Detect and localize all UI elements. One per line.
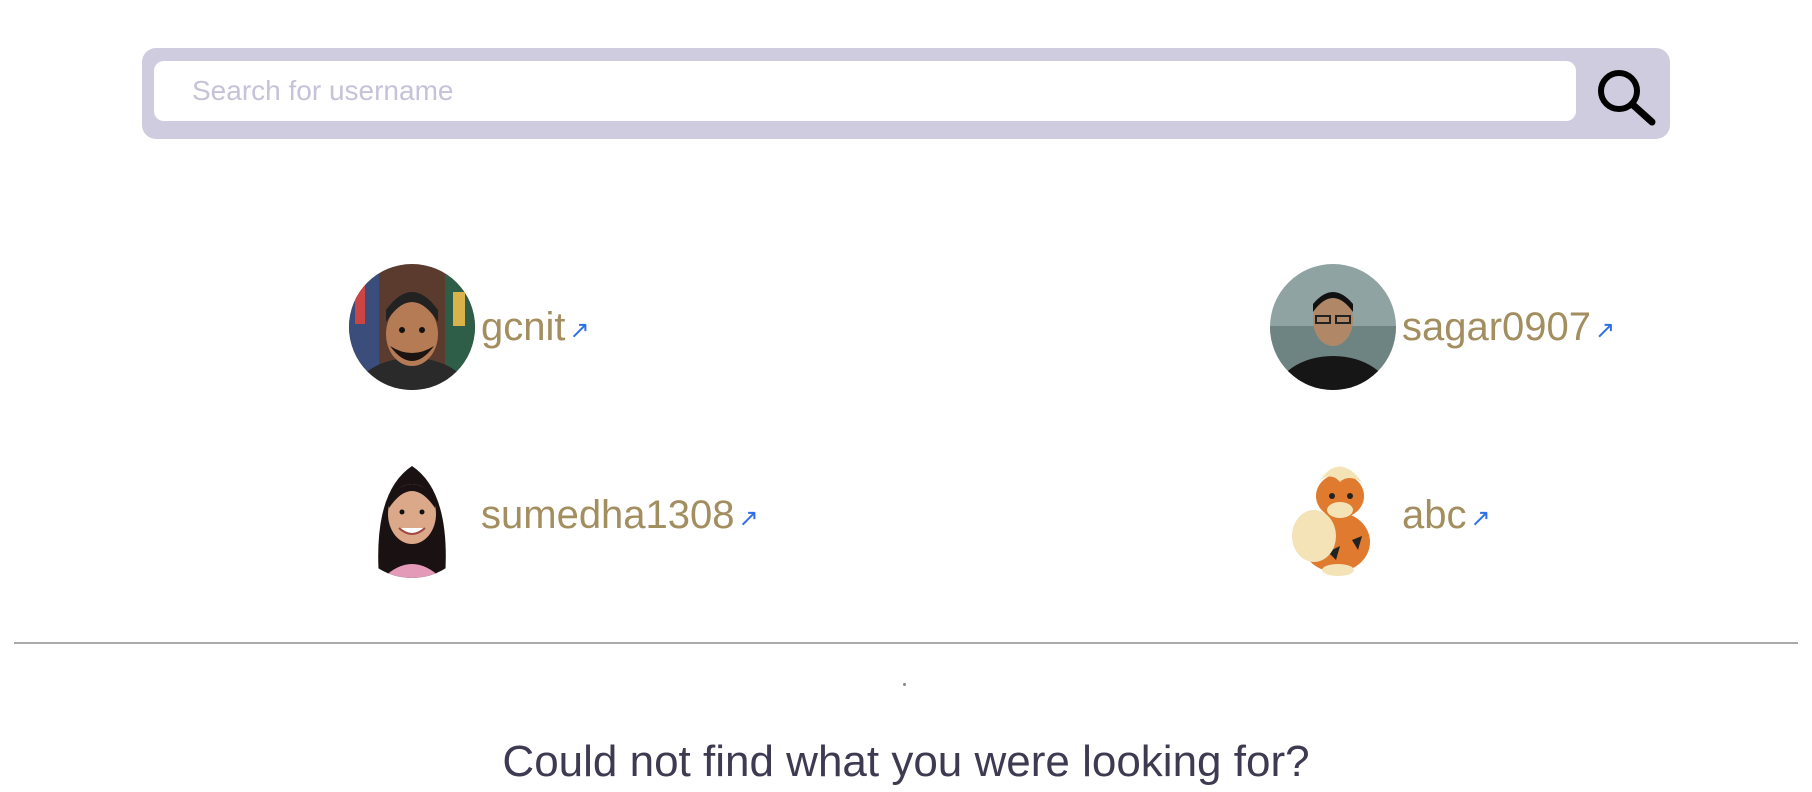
user-card-abc[interactable]: abc ↗: [1270, 452, 1491, 578]
username-link[interactable]: sumedha1308: [481, 493, 735, 538]
search-icon: [1598, 70, 1656, 126]
divider: [14, 642, 1798, 644]
avatar: [1270, 264, 1396, 390]
username-link[interactable]: gcnit: [481, 305, 566, 350]
search-button[interactable]: [1590, 62, 1660, 128]
arrow-up-right-icon: ↗: [569, 316, 590, 344]
search-bar: [142, 48, 1670, 139]
not-found-heading: Could not find what you were looking for…: [502, 737, 1310, 786]
username-link[interactable]: abc: [1402, 493, 1467, 538]
dot-icon: [903, 683, 906, 686]
user-card-sagar0907[interactable]: sagar0907 ↗: [1270, 264, 1615, 390]
arrow-up-right-icon: ↗: [738, 504, 759, 532]
arrow-up-right-icon: ↗: [1470, 504, 1491, 532]
username-link[interactable]: sagar0907: [1402, 305, 1591, 350]
avatar: [1270, 452, 1396, 578]
arrow-up-right-icon: ↗: [1595, 316, 1616, 344]
search-input[interactable]: [154, 61, 1576, 121]
avatar: [349, 264, 475, 390]
user-card-sumedha1308[interactable]: sumedha1308 ↗: [349, 452, 759, 578]
avatar: [349, 452, 475, 578]
user-card-gcnit[interactable]: gcnit ↗: [349, 264, 590, 390]
